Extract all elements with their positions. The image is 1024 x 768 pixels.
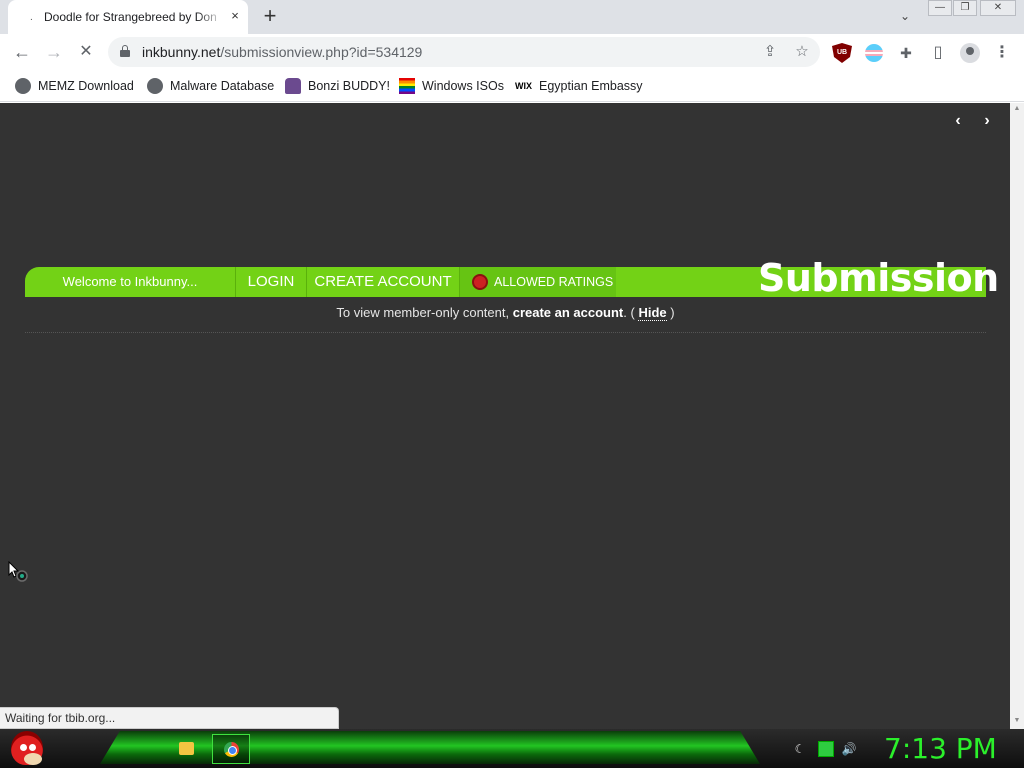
url-path: /submissionview.php?id=534129 (220, 44, 423, 60)
url-host: inkbunny.net (142, 44, 221, 60)
new-tab-button[interactable]: + (258, 5, 282, 29)
allowed-ratings-label: ALLOWED RATINGS (494, 275, 614, 289)
forward-button[interactable]: → (42, 40, 66, 64)
file-explorer-taskbar-icon[interactable] (168, 734, 206, 764)
create-account-link[interactable]: CREATE ACCOUNT (307, 267, 459, 297)
menu-kebab-icon[interactable]: ⋮ (992, 43, 1012, 63)
bookmark-label: Egyptian Embassy (539, 79, 643, 93)
page-viewport: ‹ › Welcome to Inkbunny... LOGIN CREATE … (0, 103, 1024, 729)
globe-icon (147, 77, 163, 94)
globe-icon (15, 77, 31, 94)
browser-toolbar: ← → ✕ inkbunny.net/submissionview.php?id… (0, 34, 1024, 70)
profile-avatar-icon[interactable] (960, 43, 980, 63)
bookmark-bonzi-buddy[interactable]: Bonzi BUDDY! (285, 76, 390, 96)
address-bar[interactable]: inkbunny.net/submissionview.php?id=53412… (108, 37, 820, 67)
page-scrollbar[interactable]: ▲ ▼ (1010, 103, 1024, 729)
allowed-ratings-link[interactable]: ALLOWED RATINGS (460, 267, 616, 297)
network-tray-icon[interactable] (818, 741, 834, 757)
bookmark-memz[interactable]: MEMZ Download (15, 76, 134, 96)
wix-icon: WIX (515, 80, 532, 91)
previous-submission-icon[interactable]: ‹ (948, 111, 968, 131)
taskbar-clock[interactable]: 7:13 PM (884, 732, 997, 766)
welcome-text: Welcome to Inkbunny... (62, 274, 198, 289)
tab-strip: . Doodle for Strangebreed by Don × + ⌄ —… (0, 0, 1024, 34)
back-button[interactable]: ← (10, 40, 34, 64)
chrome-icon (224, 742, 239, 757)
chrome-taskbar-button[interactable] (212, 734, 250, 764)
bookmark-label: Bonzi BUDDY! (308, 79, 390, 93)
bookmark-windows-isos[interactable]: Windows ISOs (399, 76, 504, 96)
content-divider (25, 332, 986, 333)
bookmark-star-icon[interactable]: ☆ (792, 42, 812, 62)
bookmark-label: Windows ISOs (422, 79, 504, 93)
hide-notice-link[interactable]: Hide (638, 305, 667, 321)
bookmark-malware-database[interactable]: Malware Database (147, 76, 274, 96)
tab-close-icon[interactable]: × (226, 7, 244, 25)
extensions-puzzle-icon[interactable]: ✚ (896, 43, 916, 63)
notice-punct: . ( (623, 305, 635, 320)
create-account-notice-link[interactable]: create an account (513, 305, 624, 320)
bookmark-egyptian-embassy[interactable]: WIX Egyptian Embassy (515, 76, 643, 96)
restore-button[interactable]: ❐ (953, 0, 977, 16)
scroll-down-icon[interactable]: ▼ (1013, 717, 1021, 725)
busy-cursor-icon (8, 561, 28, 582)
volume-tray-icon[interactable]: 🔊 (841, 741, 857, 757)
rating-badge-icon (472, 274, 488, 290)
notice-close-paren: ) (670, 305, 675, 320)
start-button[interactable] (6, 729, 46, 768)
angry-bird-start-icon (11, 731, 43, 765)
url-text[interactable]: inkbunny.net/submissionview.php?id=53412… (142, 44, 422, 60)
member-notice: To view member-only content, create an a… (25, 305, 986, 321)
bonzi-icon (285, 77, 301, 94)
tab-title: Doodle for Strangebreed by Don (44, 10, 217, 24)
section-title: Submission (758, 256, 999, 300)
site-nav-bar: Welcome to Inkbunny... LOGIN CREATE ACCO… (25, 258, 999, 298)
minimize-button[interactable]: — (928, 0, 952, 16)
ublock-extension-icon[interactable]: UB (832, 43, 852, 63)
taskbar: ☾ 🔊 7:13 PM (0, 729, 1024, 768)
bookmark-label: Malware Database (170, 79, 275, 93)
loading-status-bubble: Waiting for tbib.org... (0, 707, 339, 729)
rainbow-flag-icon (399, 77, 415, 94)
login-link[interactable]: LOGIN (236, 267, 306, 297)
notice-text: To view member-only content, (336, 305, 510, 320)
next-submission-icon[interactable]: › (977, 111, 997, 131)
browser-tab[interactable]: . Doodle for Strangebreed by Don × (8, 0, 248, 34)
loading-favicon-icon: . (30, 12, 33, 23)
bookmarks-bar: MEMZ Download Malware Database Bonzi BUD… (0, 70, 1024, 102)
side-panel-icon[interactable]: ▯ (928, 43, 948, 63)
scroll-up-icon[interactable]: ▲ (1013, 105, 1021, 113)
trans-flag-extension-icon[interactable] (865, 44, 883, 62)
lock-icon[interactable] (120, 45, 130, 57)
share-icon[interactable]: ⇪ (760, 42, 780, 62)
close-window-button[interactable]: ✕ (980, 0, 1016, 16)
bookmark-label: MEMZ Download (38, 79, 134, 93)
night-mode-tray-icon[interactable]: ☾ (792, 741, 808, 757)
stop-loading-button[interactable]: ✕ (74, 40, 98, 64)
tab-search-chevron-icon[interactable]: ⌄ (896, 9, 914, 25)
